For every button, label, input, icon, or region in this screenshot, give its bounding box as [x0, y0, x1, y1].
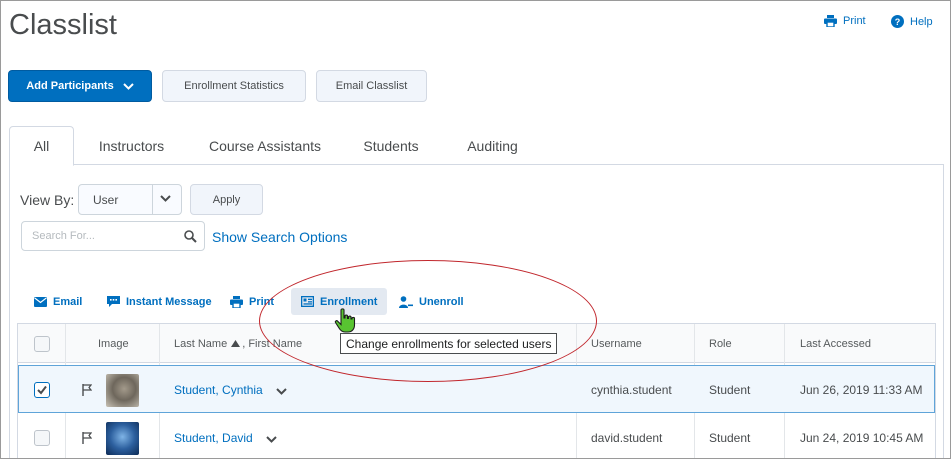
select-divider: [152, 185, 153, 214]
email-classlist-label: Email Classlist: [335, 80, 408, 92]
row-checkbox[interactable]: [34, 430, 50, 446]
table-row[interactable]: Student, Cynthia cynthia.student Student…: [18, 365, 935, 413]
print-label: Print: [843, 15, 866, 27]
tab-students[interactable]: Students: [346, 126, 436, 165]
student-name-link[interactable]: Student, David: [174, 431, 253, 445]
flag-icon[interactable]: [82, 432, 92, 444]
apply-label: Apply: [212, 193, 241, 206]
user-remove-icon: [399, 295, 413, 308]
first-name-label: , First Name: [242, 337, 303, 350]
row-select-cell: [34, 366, 50, 414]
enrollment-statistics-button[interactable]: Enrollment Statistics: [162, 70, 306, 102]
username-cell: david.student: [591, 431, 663, 445]
classlist-window: Classlist Print ? Help Add Participants …: [0, 0, 951, 459]
print-action[interactable]: Print: [230, 288, 274, 315]
email-action[interactable]: Email: [34, 288, 82, 315]
printer-icon: [230, 295, 243, 308]
instant-message-action[interactable]: Instant Message: [107, 288, 212, 315]
chevron-down-icon[interactable]: [276, 388, 287, 395]
role-cell: Student: [709, 383, 751, 397]
email-action-label: Email: [53, 295, 83, 308]
enrollment-statistics-label: Enrollment Statistics: [184, 80, 284, 92]
last-name-label: Last Name: [174, 337, 228, 350]
role-tabs: All Instructors Course Assistants Studen…: [9, 126, 944, 166]
avatar-cell: [106, 414, 139, 458]
print-action-label: Print: [249, 295, 275, 308]
chevron-down-icon[interactable]: [266, 436, 277, 443]
last-accessed-cell: Jun 24, 2019 10:45 AM: [800, 431, 924, 445]
avatar: [106, 421, 139, 455]
id-card-icon: [301, 296, 314, 307]
name-cell: Student, Cynthia: [174, 366, 287, 414]
flag-cell: [82, 414, 92, 458]
help-link[interactable]: ? Help: [891, 15, 933, 28]
search-placeholder: Search For...: [32, 230, 95, 242]
name-cell: Student, David: [174, 414, 277, 458]
avatar: [106, 373, 139, 407]
apply-button[interactable]: Apply: [190, 184, 263, 215]
help-label: Help: [910, 15, 933, 28]
col-last-accessed[interactable]: Last Accessed: [800, 324, 871, 363]
unenroll-action[interactable]: Unenroll: [399, 288, 464, 315]
select-all-checkbox[interactable]: [34, 335, 50, 352]
view-by-select[interactable]: User: [78, 184, 182, 215]
col-username[interactable]: Username: [591, 324, 642, 363]
envelope-icon: [34, 296, 47, 307]
tab-course-assistants[interactable]: Course Assistants: [199, 126, 331, 165]
add-participants-button[interactable]: Add Participants: [8, 70, 152, 102]
show-search-options-link[interactable]: Show Search Options: [212, 229, 347, 245]
enrollment-action-label: Enrollment: [320, 295, 378, 308]
view-by-label: View By:: [20, 192, 75, 208]
tab-auditing[interactable]: Auditing: [451, 126, 534, 165]
instant-message-label: Instant Message: [126, 295, 212, 308]
hand-cursor-icon: [334, 308, 356, 333]
sort-ascending-icon: [231, 340, 241, 347]
flag-icon[interactable]: [82, 384, 92, 396]
avatar-cell: [106, 366, 139, 414]
panel-border-left: [9, 165, 10, 458]
row-select-cell: [34, 414, 50, 458]
row-checkbox[interactable]: [34, 382, 50, 398]
printer-icon: [824, 15, 837, 27]
select-all-cell: [34, 324, 50, 363]
flag-cell: [82, 366, 92, 414]
page-title: Classlist: [9, 9, 117, 41]
tab-instructors[interactable]: Instructors: [84, 126, 179, 165]
search-input[interactable]: Search For...: [21, 221, 205, 251]
chevron-down-icon: [160, 195, 171, 202]
col-role[interactable]: Role: [709, 324, 732, 363]
col-last-name[interactable]: Last Name , First Name: [174, 324, 302, 363]
chat-bubble-icon: [107, 295, 120, 307]
role-cell: Student: [709, 431, 751, 445]
table-row[interactable]: Student, David david.student Student Jun…: [18, 414, 935, 458]
help-icon: ?: [891, 15, 904, 28]
enrollment-tooltip: Change enrollments for selected users: [340, 333, 558, 354]
panel-border-right: [943, 165, 944, 458]
last-accessed-cell: Jun 26, 2019 11:33 AM: [800, 383, 923, 397]
unenroll-action-label: Unenroll: [419, 295, 464, 308]
add-participants-label: Add Participants: [26, 80, 114, 92]
col-image: Image: [98, 337, 129, 350]
tab-all[interactable]: All: [9, 126, 74, 166]
svg-text:?: ?: [895, 17, 901, 27]
search-icon[interactable]: [184, 230, 197, 243]
student-name-link[interactable]: Student, Cynthia: [174, 383, 263, 397]
username-cell: cynthia.student: [591, 383, 672, 397]
chevron-down-icon: [122, 82, 134, 90]
checkmark-icon: [37, 385, 47, 395]
view-by-value: User: [93, 192, 119, 207]
email-classlist-button[interactable]: Email Classlist: [316, 70, 427, 102]
print-page-link[interactable]: Print: [824, 15, 866, 27]
